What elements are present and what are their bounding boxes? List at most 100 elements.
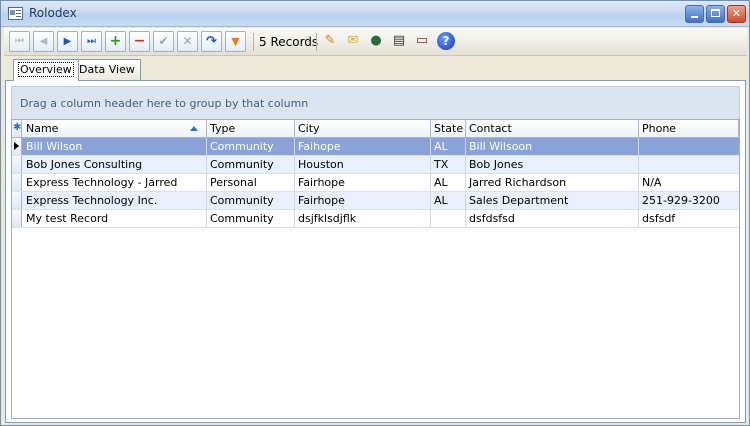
- cell-contact[interactable]: Bob Jones: [466, 156, 639, 173]
- cancel-edit-button[interactable]: ✕: [177, 31, 198, 52]
- group-by-area[interactable]: Drag a column header here to group by th…: [11, 86, 740, 120]
- cell-city[interactable]: Fairhope: [295, 192, 431, 209]
- cell-phone[interactable]: dsfsdf: [639, 210, 739, 227]
- column-header-phone[interactable]: Phone: [639, 120, 739, 137]
- cell-phone[interactable]: 251-929-3200: [639, 192, 739, 209]
- rolodex-app-icon: [8, 7, 23, 20]
- column-header-label: Contact: [469, 122, 512, 135]
- cell-phone[interactable]: [639, 156, 739, 173]
- x-icon: ✕: [182, 34, 193, 48]
- funnel-icon: ▼: [231, 35, 240, 48]
- cell-state[interactable]: AL: [431, 174, 466, 191]
- column-header-state[interactable]: State: [431, 120, 466, 137]
- row-selector[interactable]: [12, 138, 22, 155]
- filter-button[interactable]: ▼: [225, 31, 246, 52]
- table-row[interactable]: Bill Wilson Community Faihope AL Bill Wi…: [12, 138, 739, 156]
- cell-city[interactable]: Fairhope: [295, 174, 431, 191]
- row-selector[interactable]: [12, 174, 22, 191]
- column-header-label: State: [434, 122, 464, 135]
- tab-data-view[interactable]: Data View: [73, 59, 141, 80]
- add-record-button[interactable]: +: [105, 31, 126, 52]
- table-row[interactable]: Express Technology - Jarred Personal Fai…: [12, 174, 739, 192]
- next-record-icon: ▶: [63, 36, 72, 47]
- column-header-label: City: [298, 122, 320, 135]
- new-row-button[interactable]: ✱: [12, 120, 22, 137]
- minimize-button[interactable]: [685, 5, 704, 23]
- close-button[interactable]: ✕: [727, 5, 746, 23]
- row-selector[interactable]: [12, 192, 22, 209]
- cell-phone[interactable]: [639, 138, 739, 155]
- previous-record-button[interactable]: ◀: [33, 31, 54, 52]
- column-header-city[interactable]: City: [295, 120, 431, 137]
- column-header-label: Type: [210, 122, 236, 135]
- toolbar: ⏮ ◀ ▶ ⏭ + − ✔ ✕ ↷ ▼ 5 Records ✎ ✉ ● ▤ ▭ …: [4, 28, 747, 56]
- next-record-button[interactable]: ▶: [57, 31, 78, 52]
- save-record-button[interactable]: ✔: [153, 31, 174, 52]
- close-icon: ✕: [731, 7, 742, 20]
- column-header-name[interactable]: Name: [23, 120, 207, 137]
- row-selector[interactable]: [12, 156, 22, 173]
- cell-phone[interactable]: N/A: [639, 174, 739, 191]
- cell-type[interactable]: Community: [207, 192, 295, 209]
- web-globe-icon[interactable]: ●: [367, 32, 385, 50]
- cell-contact[interactable]: dsfdsfsd: [466, 210, 639, 227]
- minimize-icon: [691, 16, 698, 18]
- cell-state[interactable]: TX: [431, 156, 466, 173]
- printer-icon[interactable]: ▤: [390, 32, 408, 50]
- last-record-icon: ⏭: [87, 36, 96, 47]
- table-row[interactable]: Express Technology Inc. Community Fairho…: [12, 192, 739, 210]
- cell-city[interactable]: dsjfklsdjflk: [295, 210, 431, 227]
- cell-name[interactable]: Bill Wilson: [23, 138, 207, 155]
- current-row-arrow-icon: [14, 142, 19, 150]
- checkmark-icon: ✔: [158, 34, 169, 48]
- cell-contact[interactable]: Jarred Richardson: [466, 174, 639, 191]
- cell-type[interactable]: Community: [207, 210, 295, 227]
- help-icon[interactable]: ?: [437, 32, 455, 50]
- envelope-icon[interactable]: ✉: [344, 32, 362, 50]
- cell-type[interactable]: Community: [207, 156, 295, 173]
- mail-card-icon[interactable]: ▭: [413, 32, 431, 50]
- plus-icon: +: [109, 33, 122, 49]
- first-record-button[interactable]: ⏮: [9, 31, 30, 52]
- cell-contact[interactable]: Sales Department: [466, 192, 639, 209]
- title-bar[interactable]: Rolodex ✕: [1, 1, 749, 27]
- cell-type[interactable]: Community: [207, 138, 295, 155]
- tab-overview-label: Overview: [18, 62, 74, 77]
- toolbar-separator: [253, 33, 254, 51]
- cell-state[interactable]: AL: [431, 138, 466, 155]
- first-record-icon: ⏮: [15, 36, 24, 47]
- column-header-contact[interactable]: Contact: [466, 120, 639, 137]
- cell-name[interactable]: My test Record: [23, 210, 207, 227]
- table-row[interactable]: My test Record Community dsjfklsdjflk ds…: [12, 210, 739, 228]
- cell-city[interactable]: Faihope: [295, 138, 431, 155]
- cell-name[interactable]: Bob Jones Consulting: [23, 156, 207, 173]
- edit-note-icon[interactable]: ✎: [321, 32, 339, 50]
- group-by-hint: Drag a column header here to group by th…: [20, 97, 309, 110]
- grid-header-row: ✱ Name Type City State Contact Phone: [12, 120, 739, 138]
- maximize-icon: [711, 9, 720, 17]
- tab-data-view-label: Data View: [79, 63, 135, 76]
- cell-name[interactable]: Express Technology - Jarred: [23, 174, 207, 191]
- cell-type[interactable]: Personal: [207, 174, 295, 191]
- rolodex-window: Rolodex ✕ ⏮ ◀ ▶ ⏭ + − ✔ ✕ ↷ ▼ 5 Records …: [0, 0, 750, 426]
- table-row[interactable]: Bob Jones Consulting Community Houston T…: [12, 156, 739, 174]
- last-record-button[interactable]: ⏭: [81, 31, 102, 52]
- records-grid[interactable]: ✱ Name Type City State Contact Phone Bil…: [11, 119, 740, 419]
- minus-icon: −: [133, 33, 146, 49]
- cell-name[interactable]: Express Technology Inc.: [23, 192, 207, 209]
- sort-ascending-icon: [190, 126, 198, 131]
- cell-state[interactable]: AL: [431, 192, 466, 209]
- cell-city[interactable]: Houston: [295, 156, 431, 173]
- row-selector[interactable]: [12, 210, 22, 227]
- asterisk-icon: ✱: [13, 122, 22, 133]
- refresh-button[interactable]: ↷: [201, 31, 222, 52]
- delete-record-button[interactable]: −: [129, 31, 150, 52]
- cell-state[interactable]: [431, 210, 466, 227]
- tab-overview[interactable]: Overview: [13, 59, 79, 81]
- refresh-icon: ↷: [206, 34, 217, 49]
- cell-contact[interactable]: Bill Wilsoon: [466, 138, 639, 155]
- window-title: Rolodex: [29, 6, 77, 20]
- column-header-label: Phone: [642, 122, 677, 135]
- maximize-button[interactable]: [706, 5, 725, 23]
- column-header-type[interactable]: Type: [207, 120, 295, 137]
